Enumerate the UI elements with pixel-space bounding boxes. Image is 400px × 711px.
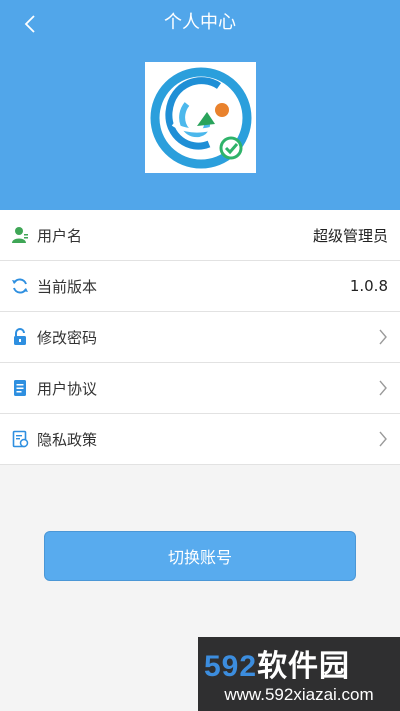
row-change-password[interactable]: 修改密码 [0,312,400,363]
username-value: 超级管理员 [312,226,388,245]
privacy-doc-icon [11,430,29,448]
row-label-user-agreement: 用户协议 [37,379,98,398]
settings-list: 用户名 超级管理员 当前版本 1.0.8 修改密码 用户协议 隐私政策 [0,210,400,465]
row-privacy-policy[interactable]: 隐私政策 [0,414,400,465]
watermark-name: 软件园 [257,650,351,683]
row-user-agreement[interactable]: 用户协议 [0,363,400,414]
watermark-number: 592 [204,650,258,683]
version-value: 1.0.8 [349,277,388,295]
watermark-brand: 592软件园 [204,641,350,685]
page-title: 个人中心 [164,12,236,33]
app-logo [145,62,256,173]
user-icon [11,226,29,244]
refresh-icon [11,277,29,295]
row-label-username: 用户名 [37,226,83,245]
unlock-icon [11,328,29,346]
watermark-url: www.592xiazai.com [224,685,374,704]
row-username: 用户名 超级管理员 [0,210,400,261]
chevron-right-icon [376,429,388,449]
row-label-change-password: 修改密码 [37,328,98,347]
header-bar: 个人中心 [0,0,400,210]
switch-account-button[interactable]: 切换账号 [44,531,356,581]
row-label-version: 当前版本 [37,277,98,296]
document-icon [11,379,29,397]
row-version: 当前版本 1.0.8 [0,261,400,312]
row-label-privacy-policy: 隐私政策 [37,430,98,449]
chevron-right-icon [376,378,388,398]
watermark: 592软件园 www.592xiazai.com [198,637,400,711]
chevron-right-icon [376,327,388,347]
app-logo-icon [150,67,251,168]
